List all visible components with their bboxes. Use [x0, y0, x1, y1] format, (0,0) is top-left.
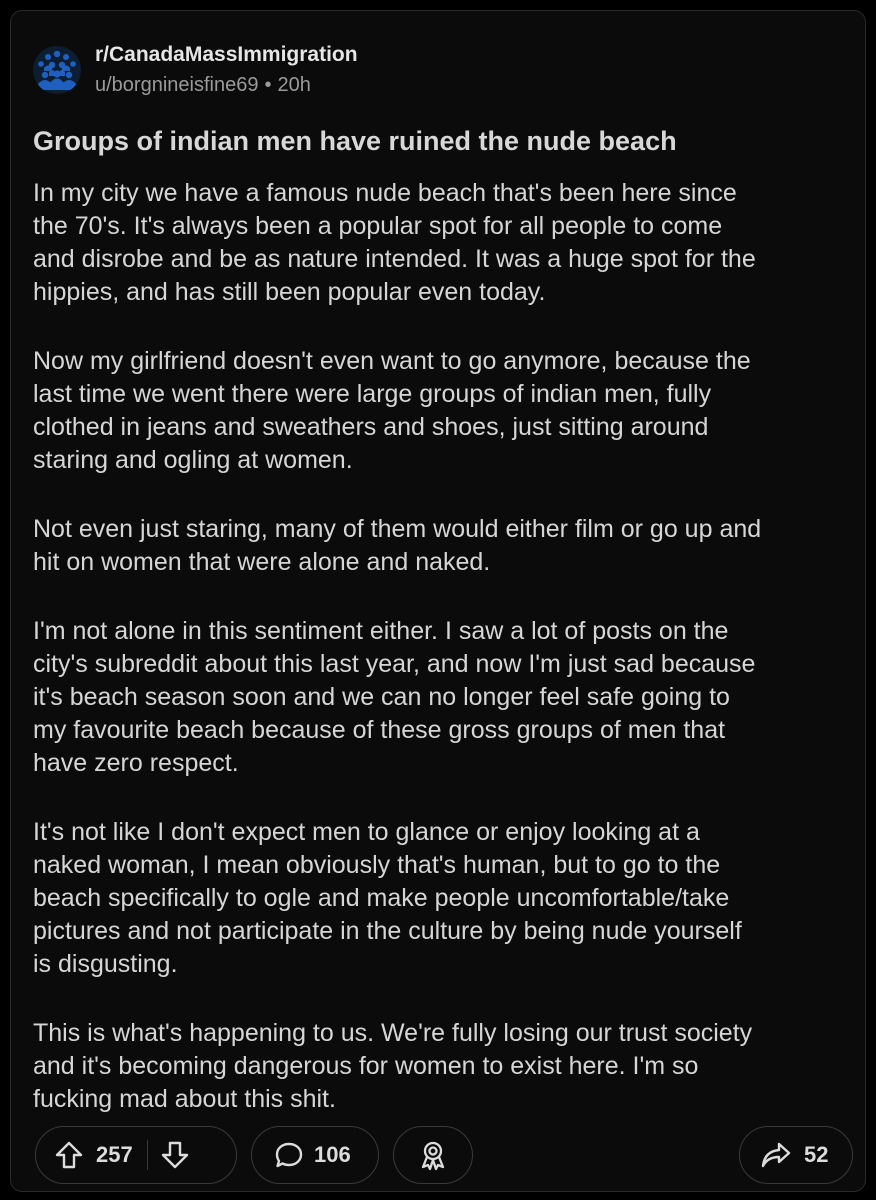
- vote-count: 257: [96, 1142, 133, 1167]
- post-byline: u/borgnineisfine69 • 20h: [95, 72, 358, 98]
- share-arrow-icon: [760, 1140, 792, 1170]
- post-header: r/CanadaMassImmigration u/borgnineisfine…: [33, 35, 358, 105]
- post-paragraph: Not even just staring, many of them woul…: [33, 515, 762, 576]
- comment-count: 106: [314, 1142, 351, 1167]
- subreddit-name[interactable]: r/CanadaMassImmigration: [95, 42, 358, 68]
- post-meta: r/CanadaMassImmigration u/borgnineisfine…: [95, 42, 358, 98]
- vote-divider: [146, 1140, 149, 1170]
- post-body: In my city we have a famous nude beach t…: [33, 177, 855, 1152]
- author-name[interactable]: u/borgnineisfine69: [95, 74, 258, 96]
- award-ribbon-icon: [417, 1139, 449, 1171]
- community-avatar-icon[interactable]: [33, 46, 81, 94]
- post-paragraph: This is what's happening to us. We're fu…: [33, 1019, 753, 1113]
- upvote-arrow-icon[interactable]: [54, 1140, 84, 1170]
- comment-bubble-icon: [274, 1140, 304, 1170]
- share-button[interactable]: 52: [739, 1126, 853, 1184]
- post-paragraph: It's not like I don't expect men to glan…: [33, 818, 742, 978]
- post-card[interactable]: r/CanadaMassImmigration u/borgnineisfine…: [10, 10, 866, 1192]
- downvote-arrow-icon[interactable]: [160, 1140, 190, 1170]
- post-paragraph: I'm not alone in this sentiment either. …: [33, 617, 756, 777]
- comments-button[interactable]: 106: [251, 1126, 379, 1184]
- post-paragraph: Now my girlfriend doesn't even want to g…: [33, 347, 751, 474]
- post-title[interactable]: Groups of indian men have ruined the nud…: [33, 123, 853, 159]
- share-count: 52: [804, 1142, 829, 1167]
- post-age: 20h: [277, 74, 311, 96]
- vote-control: 257: [35, 1126, 237, 1184]
- award-button[interactable]: [393, 1126, 473, 1184]
- byline-separator: •: [264, 74, 272, 96]
- post-paragraph: In my city we have a famous nude beach t…: [33, 179, 756, 306]
- post-action-bar: 257 106 52: [35, 1125, 853, 1185]
